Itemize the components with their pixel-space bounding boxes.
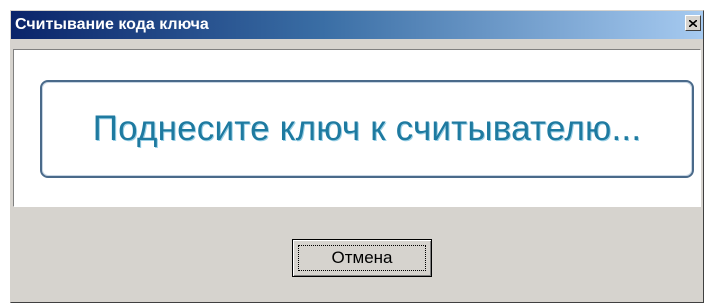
close-icon	[689, 19, 697, 27]
cancel-button[interactable]: Отмена	[292, 239, 432, 277]
title-bar[interactable]: Считывание кода ключа	[11, 11, 703, 39]
cancel-button-label: Отмена	[331, 248, 393, 267]
prompt-box: Поднесите ключ к считывателю...	[40, 80, 694, 178]
window-title: Считывание кода ключа	[15, 16, 209, 33]
dialog-window: Считывание кода ключа Поднесите ключ к с…	[10, 10, 704, 303]
prompt-message: Поднесите ключ к считывателю...	[92, 109, 642, 148]
content-panel: Поднесите ключ к считывателю...	[13, 49, 701, 207]
close-button[interactable]	[685, 15, 701, 31]
